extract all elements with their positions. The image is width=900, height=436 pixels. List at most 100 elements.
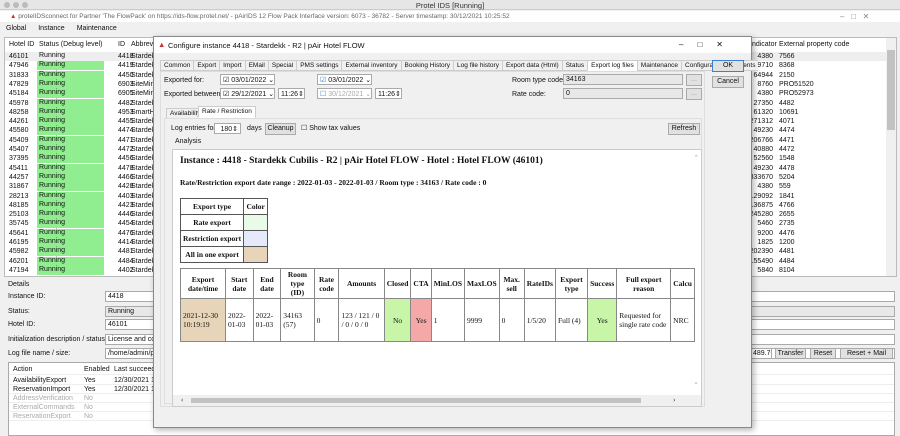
app-icon: ▲ — [158, 40, 166, 49]
cell: 25103 — [9, 211, 29, 219]
cell: Running — [37, 191, 104, 201]
reset-button[interactable]: Reset — [810, 348, 836, 359]
tab-special[interactable]: Special — [267, 60, 297, 71]
col-hotel-id[interactable]: Hotel ID — [9, 41, 34, 48]
subtab-rate-restriction[interactable]: Rate / Restriction — [198, 106, 256, 118]
cell: Running — [37, 154, 104, 164]
legend-all-in-one: All in one export — [179, 246, 269, 263]
tab-common[interactable]: Common — [160, 60, 194, 71]
scroll-thumb[interactable] — [887, 50, 895, 130]
detail-label: Hotel ID: — [8, 321, 36, 328]
tab-import[interactable]: Import — [219, 60, 245, 71]
tab-booking-history[interactable]: Booking History — [400, 60, 454, 71]
cell: 2655 — [779, 211, 795, 219]
cell: Running — [37, 228, 104, 238]
subtitle-text: protelIDSconnect for Partner 'The FlowPa… — [18, 13, 510, 20]
rate-code-browse-button[interactable]: ... — [686, 88, 702, 100]
reset-mail-button[interactable]: Reset + Mail — [840, 348, 893, 359]
rate-code-field[interactable]: 0 — [563, 88, 683, 99]
exported-for-from[interactable]: ☑ 03/01/2022 ⌄ — [220, 74, 275, 85]
cancel-button[interactable]: Cancel — [712, 76, 744, 88]
cell: Running — [37, 98, 104, 108]
cell: 0 — [313, 298, 340, 342]
col-header: Room type (ID) — [280, 268, 315, 299]
between-from-date[interactable]: ☑ 29/12/2021 ⌄ — [220, 88, 275, 99]
cell: Yes — [410, 298, 432, 342]
cell: 47829 — [9, 80, 29, 88]
h-scroll-thumb[interactable] — [191, 398, 641, 403]
room-type-field[interactable]: 34163 — [563, 74, 683, 85]
tab-export-data-html-[interactable]: Export data (Html) — [501, 60, 562, 71]
col-ext-code[interactable]: External property code — [779, 41, 849, 48]
col-status[interactable]: Status (Debug level) — [39, 41, 102, 48]
cell: 8760 — [757, 80, 773, 88]
tab-log-file-history[interactable]: Log file history — [453, 60, 502, 71]
cell: 28213 — [9, 192, 29, 200]
cell: 8104 — [779, 266, 795, 274]
log-entries-stepper[interactable]: 180⇕ — [214, 123, 241, 134]
cell: 5204 — [779, 173, 795, 181]
ok-button[interactable]: OK — [712, 60, 744, 72]
menu-instance[interactable]: Instance — [38, 25, 64, 33]
show-tax-checkbox[interactable]: ☐ Show tax values — [301, 124, 360, 132]
detail-label: Instance ID: — [8, 293, 46, 300]
mac-titlebar: Protel IDS [Running] — [0, 0, 900, 10]
legend-rate: Rate export — [179, 214, 269, 231]
menu-global[interactable]: Global — [6, 25, 26, 33]
cell: Requested for single rate code — [616, 298, 672, 342]
report-view: Instance : 4418 - Stardekk Cubilis - R2 … — [172, 149, 702, 407]
col-header: Max. sell — [498, 268, 525, 299]
cell: 559 — [779, 183, 791, 191]
cell: Running — [37, 210, 104, 220]
between-to-time[interactable]: 11:26⇕ — [375, 88, 402, 99]
tab-status[interactable]: Status — [561, 60, 588, 71]
refresh-button[interactable]: Refresh — [668, 123, 700, 135]
details-title: Details — [8, 281, 30, 288]
dialog-window-controls[interactable]: –□✕ — [679, 40, 737, 49]
menu-maintenance[interactable]: Maintenance — [77, 25, 117, 33]
window-controls[interactable]: – □ ✕ — [840, 12, 869, 21]
tab-external-inventory[interactable]: External inventory — [341, 60, 401, 71]
cell: 64944 — [753, 71, 773, 79]
dialog-title: Configure instance 4418 - Stardekk - R2 … — [168, 41, 365, 50]
cell: PRO51520 — [779, 80, 814, 88]
tab-maintenance[interactable]: Maintenance — [636, 60, 682, 71]
cleanup-button[interactable]: Cleanup — [265, 123, 296, 135]
report-subheading: Rate/Restriction export date range : 202… — [180, 178, 487, 187]
cell: 44257 — [9, 173, 29, 181]
between-from-time[interactable]: 11:26⇕ — [278, 88, 305, 99]
tab-pms-settings[interactable]: PMS settings — [296, 60, 342, 71]
col-header: Success — [587, 268, 618, 299]
dialog-titlebar: ▲ Configure instance 4418 - Stardekk - R2… — [154, 37, 751, 53]
cell: 1/5/20 — [523, 298, 556, 342]
cell: 45407 — [9, 146, 29, 153]
scroll-right-icon: › — [673, 396, 676, 404]
tab-export-log-files[interactable]: Export log files — [587, 60, 637, 71]
scroll-up-icon[interactable]: ⌃ — [693, 154, 699, 162]
transfer-button[interactable]: Transfer — [775, 348, 806, 359]
cell: 48258 — [9, 108, 29, 116]
exported-for-label: Exported for: — [164, 77, 205, 84]
days-label: days — [247, 125, 262, 132]
room-type-browse-button[interactable]: ... — [686, 74, 702, 86]
cell: 4478 — [779, 164, 795, 172]
exported-between-label: Exported between: — [164, 91, 223, 98]
between-to-date[interactable]: ☐ 30/12/2021 ⌄ — [317, 88, 372, 99]
log-size-field[interactable]: 489.767 — [750, 348, 772, 359]
col-indicator[interactable]: Indicator — [750, 41, 777, 48]
horizontal-scrollbar[interactable]: ‹ › — [173, 395, 701, 406]
cell: 2022-01-03 — [252, 298, 282, 342]
cell: 7566 — [779, 53, 795, 60]
cell: 4766 — [779, 201, 795, 209]
cell: 4380 — [757, 53, 773, 60]
col-id[interactable]: ID — [118, 41, 125, 48]
cell: 4071 — [779, 118, 795, 126]
grid-scrollbar[interactable] — [886, 38, 896, 276]
tab-email[interactable]: EMail — [244, 60, 268, 71]
exported-for-to[interactable]: ☑ 03/01/2022 ⌄ — [317, 74, 372, 85]
scroll-down-icon[interactable]: ⌄ — [693, 378, 699, 386]
tab-export[interactable]: Export — [193, 60, 220, 71]
app-subtitle: ▲ protelIDSconnect for Partner 'The Flow… — [0, 11, 900, 22]
cell: 4482 — [779, 99, 795, 107]
cell: Running — [37, 238, 104, 247]
